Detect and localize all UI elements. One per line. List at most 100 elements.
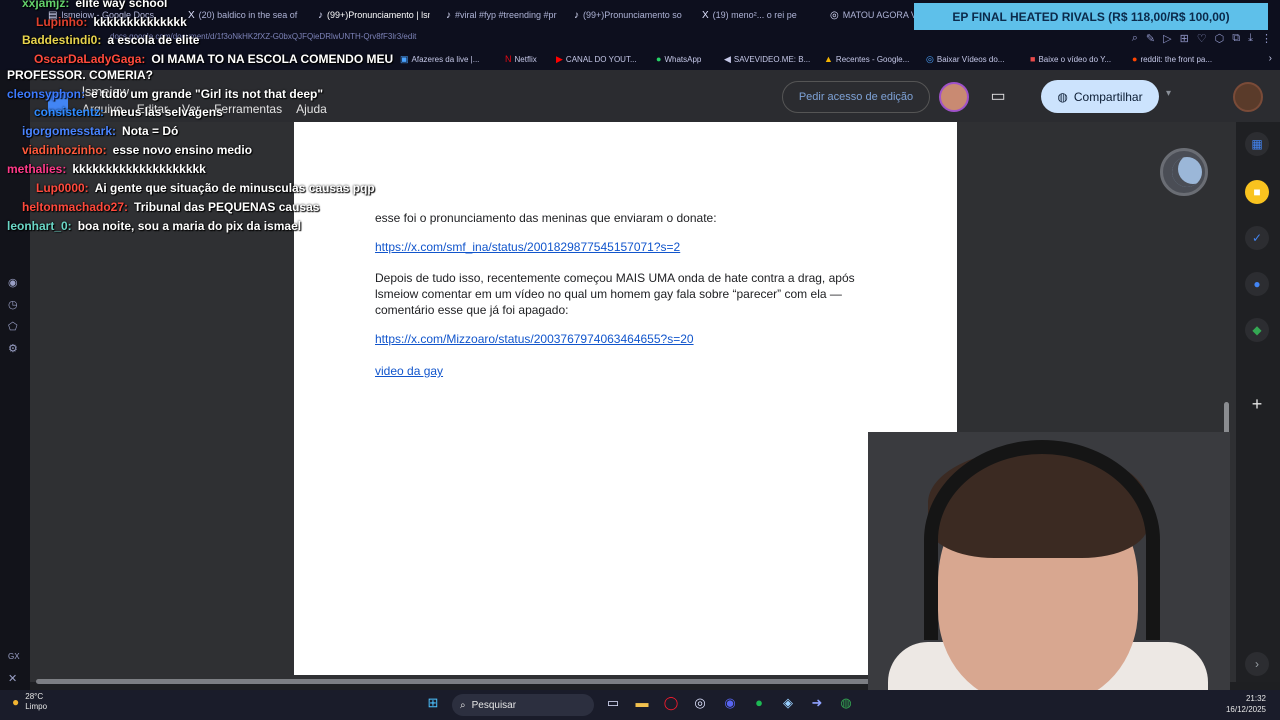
tab-label: (99+)Pronunciamento so [583,10,682,20]
menu-icon[interactable]: ⋮ [1261,32,1272,45]
windows-start-icon[interactable]: ⊞ [424,695,442,713]
app-icon[interactable]: ◈ [779,695,797,713]
tab-x-meno[interactable]: X (19) meno²... o rei pe [702,6,814,24]
bookmark-label: Baixe o vídeo do Y... [1038,54,1112,64]
chat-message: methalies: kkkkkkkkkkkkkkkkkkkk [7,162,206,176]
bookmark-whatsapp[interactable]: ● WhatsApp [656,54,701,64]
puzzle-icon[interactable]: ⬠ [8,320,18,333]
menu-ajuda[interactable]: Ajuda [296,102,327,116]
gx-icon[interactable]: GX [8,652,20,661]
app-icon-2[interactable]: ➜ [808,695,826,713]
clock-icon[interactable]: ◷ [8,298,18,311]
tab-label: (20) baldico in the sea of [198,10,298,20]
keep-icon[interactable]: ■ [1245,180,1269,204]
drive-icon: ▲ [824,54,833,64]
weather-temperature: 28°C [25,692,44,701]
paragraph-hate-line-2: lsmeiow comentar em um vídeo no qual um … [375,287,842,301]
share-caret-icon[interactable]: ▾ [1166,88,1171,99]
share-button[interactable]: ◍ Compartilhar [1041,80,1159,113]
chrome-icon[interactable]: ◍ [837,695,855,713]
play-circle-icon[interactable]: ◉ [8,276,18,289]
contacts-icon[interactable]: ● [1245,272,1269,296]
tab-matou-agora[interactable]: ◎ MATOU AGORA VO [830,6,914,24]
tab-tiktok-viral[interactable]: ♪ #viral #fyp #treending #pr [446,6,558,24]
chat-username: heltonmachado27: [22,200,129,214]
tab-label: #viral #fyp #treending #pr [455,10,557,20]
link-video[interactable]: video da gay [375,364,443,378]
bookmark-netflix[interactable]: N Netflix [505,54,537,64]
chat-message: Baddestindi0: a escola de elite [22,33,199,47]
opera-gx-icon[interactable]: ◯ [662,695,680,713]
link-mizzoaro[interactable]: https://x.com/Mizzoaro/status/2003767974… [375,332,694,346]
bookmark-baixar-videos[interactable]: ◎ Baixar Vídeos do... [926,54,1004,65]
chat-message: consistentz: meus las selvagens [34,105,223,119]
tab-tiktok-pronunciamento[interactable]: ♪ (99+)Pronunciamento | lsmeiow [318,6,430,24]
tasks-icon[interactable]: ✓ [1245,226,1269,250]
tiktok-icon: ♪ [446,9,451,21]
chat-text: Ai gente que situação de minusculas caus… [94,181,375,195]
download-icon[interactable]: ⤓ [1248,32,1253,45]
tiktok-icon: ♪ [318,9,323,21]
maps-icon[interactable]: ◆ [1245,318,1269,342]
link-icon[interactable]: ⧉ [1232,32,1240,45]
taskbar-search[interactable]: ⌕ Pesquisar [452,694,594,716]
reddit-icon: ● [1132,54,1138,64]
extensions-icon[interactable]: ⬡ [1215,32,1225,45]
pin-icon[interactable]: ✎ [1146,32,1155,45]
arrow-icon: ◀ [724,54,731,64]
bookmark-reddit[interactable]: ● reddit: the front pa... [1132,54,1212,64]
account-avatar[interactable] [1233,82,1263,112]
bookmark-savevideo[interactable]: ◀ SAVEVIDEO.ME: B... [724,54,810,65]
tab-x-baldico[interactable]: X (20) baldico in the sea of [188,6,298,24]
browser-toolbar-icons: ⌕ ✎ ▷ ⊞ ♡ ⬡ ⧉ ⤓ ⋮ [1132,32,1272,45]
netflix-icon: N [505,54,512,64]
clock-time: 21:32 [1245,694,1266,703]
paragraph-hate-line-3: comentário esse que já foi apagado: [375,303,569,317]
task-view-icon[interactable]: ▭ [604,695,622,713]
weather-widget[interactable]: ● 28°C Limpo [12,692,47,712]
bookmark-google-drive[interactable]: ▲ Recentes - Google... [824,54,909,64]
chat-username: igorgomesstark: [22,124,117,138]
horizontal-scrollbar[interactable] [36,679,896,684]
expand-panel-icon[interactable]: › [1245,652,1269,676]
collaborator-avatar[interactable] [939,82,969,112]
meet-camera-icon[interactable]: ▭ [986,86,1010,108]
grid-icon[interactable]: ⊞ [1180,32,1189,45]
clock-date: 16/12/2025 [1225,705,1266,714]
chat-message: viadinhozinho: esse novo ensino medio [22,143,252,157]
chat-message-continued: PROFESSOR. COMERIA? [7,68,153,82]
bookmark-label: Netflix [514,54,537,64]
tab-tiktok-pronunciamento-2[interactable]: ♪ (99+)Pronunciamento so [574,6,686,24]
document-page[interactable] [294,122,957,675]
system-clock[interactable]: 21:32 16/12/2025 [1226,693,1266,715]
discord-icon[interactable]: ◉ [721,695,739,713]
play-icon[interactable]: ▷ [1163,32,1171,45]
screen: ▤ lsmeiow - Google Docs X (20) baldico i… [0,0,1280,720]
moon-icon[interactable] [1160,148,1208,196]
spotify-icon[interactable]: ● [750,695,768,713]
chat-username: Lup0000: [36,181,89,195]
bookmark-label: reddit: the front pa... [1140,54,1213,64]
zoom-icon[interactable]: ⌕ [1132,32,1138,45]
tab-label: (19) meno²... o rei pe [712,10,797,20]
bookmark-baixe-video[interactable]: ■ Baixe o vídeo do Y... [1030,54,1111,64]
link-smf-ina[interactable]: https://x.com/smf_ina/status/20018298775… [375,240,680,254]
file-explorer-icon[interactable]: ▬ [633,695,651,713]
bookmark-label: Afazeres da live |... [411,55,480,64]
chat-username: leonhart_0: [7,219,72,233]
add-addon-icon[interactable]: + [1245,392,1269,416]
obs-icon[interactable]: ◎ [691,695,709,713]
menu-ferramentas[interactable]: Ferramentas [214,102,282,116]
settings-icon[interactable]: ⚙ [8,342,18,355]
chat-message: igorgomesstark: Nota = Dó [22,124,178,138]
close-icon[interactable]: ✕ [8,672,17,685]
chat-username: methalies: [7,162,67,176]
calendar-icon[interactable]: ▦ [1245,132,1269,156]
request-edit-access-button[interactable]: Pedir acesso de edição [782,81,930,113]
bookmark-afazeres[interactable]: ▣ Afazeres da live |... [400,54,479,65]
bookmark-youtube[interactable]: ▶ CANAL DO YOUT... [556,54,637,65]
whatsapp-icon: ● [656,54,662,64]
heart-icon[interactable]: ♡ [1197,32,1207,45]
bookmark-label: CANAL DO YOUT... [565,55,637,64]
bookmarks-overflow-icon[interactable]: › [1269,53,1272,64]
